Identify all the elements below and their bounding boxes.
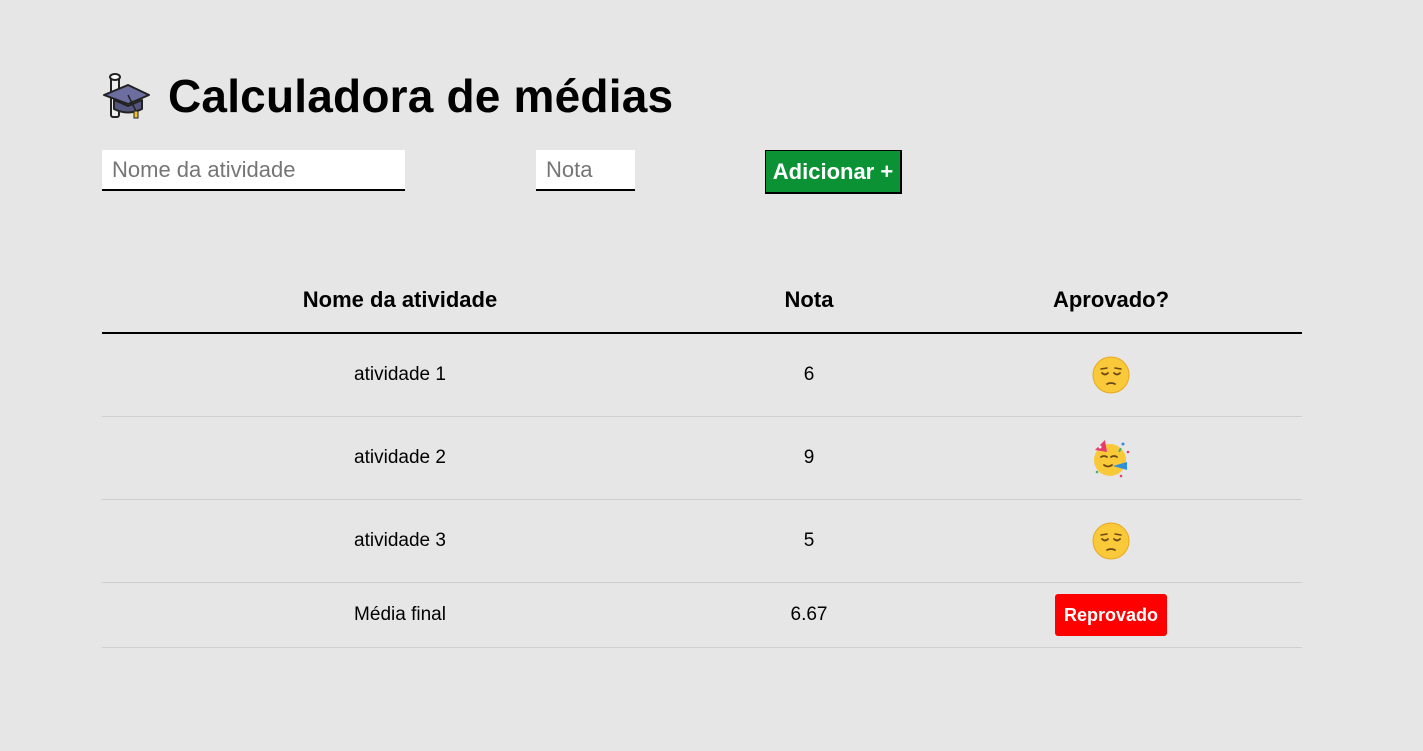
column-header-name: Nome da atividade xyxy=(102,268,698,334)
activity-grade: 9 xyxy=(698,416,920,500)
add-activity-form: Adicionar + xyxy=(102,150,902,194)
grades-table: Nome da atividade Nota Aprovado? ativida… xyxy=(102,268,1302,648)
table-header-row: Nome da atividade Nota Aprovado? xyxy=(102,268,1302,334)
table-row: atividade 2 9 xyxy=(102,416,1302,500)
page-title: Calculadora de médias xyxy=(168,70,674,122)
result-badge: Reprovado xyxy=(1054,594,1168,636)
activity-name-input[interactable] xyxy=(102,150,405,191)
activity-grade: 6 xyxy=(698,333,920,417)
table-row: atividade 1 6 xyxy=(102,333,1302,417)
final-average-row: Média final 6.67 Reprovado xyxy=(102,582,1302,648)
table-row: atividade 3 5 xyxy=(102,499,1302,583)
pensive-face-emoji-icon xyxy=(1092,522,1130,560)
activity-name: atividade 2 xyxy=(102,416,698,500)
final-average-value: 6.67 xyxy=(698,582,920,648)
activity-name: atividade 3 xyxy=(102,499,698,583)
graduation-cap-icon xyxy=(103,73,150,119)
partying-face-emoji-icon xyxy=(1094,440,1130,478)
final-average-label: Média final xyxy=(102,582,698,648)
pensive-face-emoji-icon xyxy=(1092,356,1130,394)
column-header-grade: Nota xyxy=(698,268,920,334)
activity-grade: 5 xyxy=(698,499,920,583)
grade-input[interactable] xyxy=(536,150,635,191)
column-header-approved: Aprovado? xyxy=(920,268,1302,334)
activity-name: atividade 1 xyxy=(102,333,698,417)
header: Calculadora de médias xyxy=(102,66,673,126)
add-button[interactable]: Adicionar + xyxy=(765,150,902,194)
